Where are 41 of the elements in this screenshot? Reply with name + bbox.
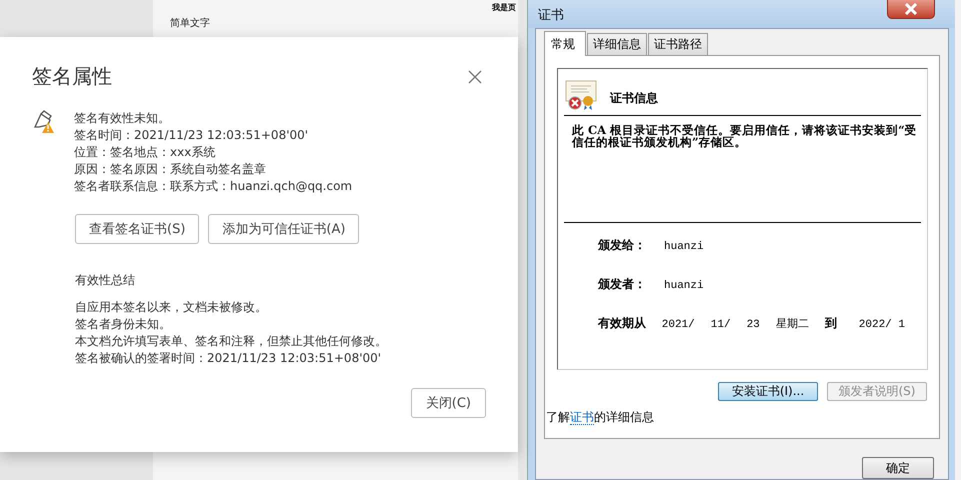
dialog-title: 签名属性: [32, 63, 112, 90]
tab[interactable]: 常规: [544, 31, 586, 56]
field-value: huanzi: [664, 241, 704, 253]
close-icon[interactable]: [468, 70, 482, 84]
close-button[interactable]: 关闭(C): [410, 388, 486, 418]
certificate-link[interactable]: 证书: [570, 410, 594, 425]
details-text: 了解证书的详细信息: [546, 409, 655, 426]
certificate-error-icon: [564, 79, 598, 111]
field-value: huanzi: [664, 280, 704, 292]
document-heading: 简单文字: [170, 16, 210, 30]
status-line: 签名有效性未知。: [74, 110, 171, 127]
date-part: 11/: [710, 319, 731, 331]
header-text: 我是页: [492, 2, 516, 13]
date-part: 星期二: [776, 317, 809, 331]
summary-title: 有效性总结: [75, 272, 136, 289]
dialog-button[interactable]: 查看签名证书(S): [75, 214, 200, 244]
summary-line: 签名被确认的签署时间：2021/11/23 12:03:51+08'00': [75, 350, 382, 367]
summary-line: 自应用本签名以来，文档未被修改。: [75, 299, 268, 316]
trust-warning: 此 CA 根目录证书不受信任。要启用信任，请将该证书安装到“受信任的根证书颁发机构”存储区。: [564, 124, 921, 223]
field-label: 颁发者：: [598, 276, 647, 293]
status-line: 原因：签名原因：系统自动签名盖章: [74, 161, 267, 178]
date-part: 2021/: [662, 319, 695, 331]
status-line: 位置：签名地点：xxx系统: [74, 144, 216, 161]
tab[interactable]: 详细信息: [587, 33, 647, 55]
certificate-button[interactable]: 安装证书(I)...: [718, 382, 818, 401]
summary-line: 本文档允许填写表单、签名和注释，但禁止其他任何修改。: [75, 333, 388, 350]
date-part: 2022/ 1: [858, 319, 905, 331]
section-title: 证书信息: [610, 90, 658, 106]
field-label: 有效期从: [598, 315, 647, 332]
status-line: 签名者联系信息：联系方式：huanzi.qch@qq.com: [74, 178, 352, 195]
window-title: 证书: [538, 7, 564, 24]
close-button[interactable]: [887, 0, 935, 19]
dialog-button[interactable]: 添加为可信任证书(A): [208, 214, 360, 244]
ok-button[interactable]: 确定: [862, 457, 934, 479]
tab[interactable]: 证书路径: [648, 33, 708, 55]
status-line: 签名时间：2021/11/23 12:03:51+08'00': [74, 127, 310, 144]
pen-warning-icon: [32, 110, 56, 134]
summary-line: 签名者身份未知。: [75, 316, 172, 333]
date-part: 23: [746, 319, 760, 331]
field-label: 到: [824, 315, 837, 332]
field-label: 颁发给：: [598, 237, 647, 254]
